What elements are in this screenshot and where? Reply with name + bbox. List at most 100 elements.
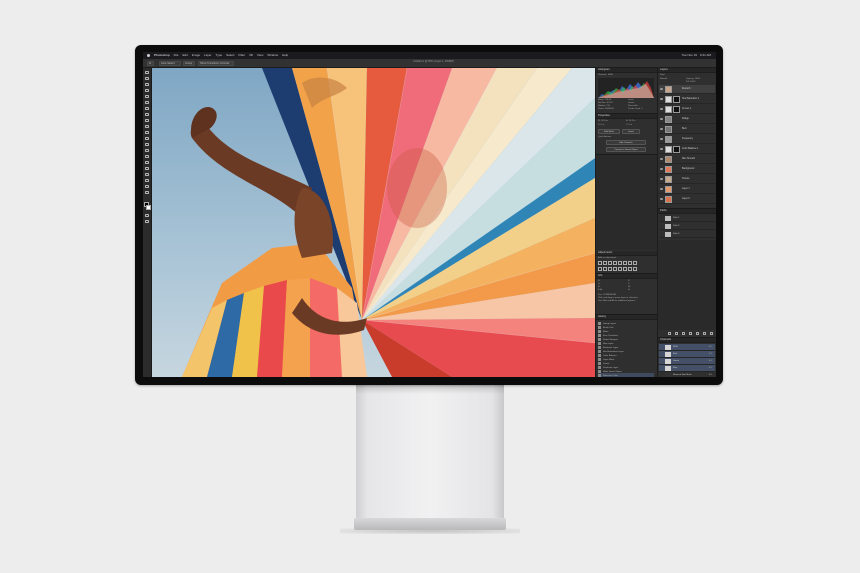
properties-height[interactable]: H: 16.2 in — [626, 120, 635, 123]
menu-item-view[interactable]: View — [257, 54, 263, 57]
menu-item-app[interactable]: Photoshop — [154, 54, 170, 57]
quick-mask-icon[interactable] — [145, 214, 150, 218]
menu-item-select[interactable]: Select — [226, 54, 234, 57]
path-row[interactable]: Path 1 — [659, 215, 715, 222]
eyedropper-tool-icon[interactable] — [145, 101, 150, 105]
move-tool-icon[interactable]: ✥ — [147, 61, 154, 66]
menu-item-file[interactable]: File — [174, 54, 179, 57]
new-layer-icon[interactable] — [703, 332, 706, 335]
trash-icon[interactable] — [710, 332, 713, 335]
shape-tool-icon[interactable] — [145, 173, 150, 177]
histogram-panel-header[interactable]: Histogram — [596, 68, 657, 73]
history-brush-tool-icon[interactable] — [145, 125, 150, 129]
menu-item-type[interactable]: Type — [216, 54, 223, 57]
move-tool-icon[interactable] — [145, 71, 150, 75]
history-item-selected[interactable]: Selective Color — [598, 373, 654, 377]
clone-stamp-tool-icon[interactable] — [145, 119, 150, 123]
show-transform-checkbox[interactable]: Show Transform Controls — [198, 61, 234, 66]
visibility-eye-icon[interactable] — [660, 168, 663, 170]
healing-brush-tool-icon[interactable] — [145, 107, 150, 111]
background-color-swatch[interactable] — [146, 205, 151, 210]
layers-panel-header[interactable]: Layers — [658, 68, 716, 73]
layer-row[interactable]: Burn — [659, 125, 715, 134]
edit-mask-button[interactable]: Edit Mask — [598, 129, 620, 134]
quick-select-tool-icon[interactable] — [145, 89, 150, 93]
screen-mode-icon[interactable] — [145, 220, 150, 224]
black-white-icon[interactable] — [633, 261, 637, 265]
info-panel-header[interactable]: Info — [596, 274, 657, 279]
edit-contents-button[interactable]: Edit Contents — [606, 140, 646, 145]
apple-icon[interactable] — [147, 54, 150, 57]
levels-icon[interactable] — [603, 261, 607, 265]
brightness-icon[interactable] — [598, 261, 602, 265]
visibility-eye-icon[interactable] — [660, 148, 663, 150]
more-tools-icon[interactable] — [145, 191, 150, 195]
adjustment-layer-icon[interactable] — [689, 332, 692, 335]
layer-row[interactable]: Background — [659, 165, 715, 174]
layer-group-dropdown[interactable]: Group — [183, 61, 195, 66]
layers-fill[interactable]: Fill: 100% — [686, 81, 696, 84]
visibility-eye-icon[interactable] — [660, 88, 663, 90]
properties-panel-header[interactable]: Properties — [596, 114, 657, 119]
fx-icon[interactable] — [675, 332, 678, 335]
dodge-tool-icon[interactable] — [145, 149, 150, 153]
layer-row[interactable]: Retouch — [659, 85, 715, 94]
layer-row[interactable]: Layer 1 — [659, 185, 715, 194]
link-icon[interactable] — [668, 332, 671, 335]
visibility-eye-icon[interactable] — [660, 188, 663, 190]
curves-icon[interactable] — [608, 261, 612, 265]
gradient-tool-icon[interactable] — [145, 137, 150, 141]
visibility-eye-icon[interactable] — [660, 118, 663, 120]
layer-row[interactable]: Layer 0 — [659, 195, 715, 204]
path-select-tool-icon[interactable] — [145, 167, 150, 171]
layer-row[interactable]: Frequency — [659, 135, 715, 144]
type-tool-icon[interactable] — [145, 161, 150, 165]
adjustments-panel-header[interactable]: Adjustments — [596, 251, 657, 256]
channel-row[interactable]: Retouch Hair Mask ⌘6 — [659, 372, 715, 377]
threshold-icon[interactable] — [623, 266, 627, 271]
mask-icon[interactable] — [682, 332, 685, 335]
visibility-eye-icon[interactable] — [660, 128, 663, 130]
visibility-eye-icon[interactable] — [660, 98, 663, 100]
history-panel-header[interactable]: History — [596, 315, 657, 320]
menu-item-image[interactable]: Image — [192, 54, 200, 57]
invert-button[interactable]: Invert — [622, 129, 640, 134]
properties-width[interactable]: W: 24.3 in — [598, 120, 608, 123]
crop-tool-icon[interactable] — [145, 95, 150, 99]
lasso-tool-icon[interactable] — [145, 83, 150, 87]
gradient-map-icon[interactable] — [628, 266, 632, 271]
invert-icon[interactable] — [613, 266, 617, 271]
visibility-eye-icon[interactable] — [660, 138, 663, 140]
layer-row[interactable]: Curves 1 — [659, 105, 715, 114]
layer-row[interactable]: Hue/Saturation 1 — [659, 95, 715, 104]
menu-item-filter[interactable]: Filter — [238, 54, 245, 57]
path-row[interactable]: Path 2 — [659, 223, 715, 230]
auto-select-checkbox[interactable]: Auto-Select: — [159, 61, 181, 66]
posterize-icon[interactable] — [618, 266, 622, 271]
folder-icon[interactable] — [696, 332, 699, 335]
properties-x[interactable]: X: 0 in — [598, 124, 604, 127]
channel-row[interactable]: RGB ⌘2 — [659, 344, 715, 351]
photo-filter-icon[interactable] — [598, 266, 602, 271]
menu-item-window[interactable]: Window — [267, 54, 278, 57]
layer-row[interactable]: Skin Smooth — [659, 155, 715, 164]
channel-row[interactable]: Red ⌘3 — [659, 351, 715, 358]
menu-item-3d[interactable]: 3D — [249, 54, 253, 57]
layers-kind-filter[interactable]: Kind — [660, 74, 664, 77]
menu-item-help[interactable]: Help — [282, 54, 288, 57]
vibrance-icon[interactable] — [618, 261, 622, 265]
blur-tool-icon[interactable] — [145, 143, 150, 147]
path-row[interactable]: Path 3 — [659, 231, 715, 238]
visibility-eye-icon[interactable] — [660, 108, 663, 110]
pen-tool-icon[interactable] — [145, 155, 150, 159]
document-canvas[interactable] — [152, 68, 595, 377]
color-balance-icon[interactable] — [628, 261, 632, 265]
convert-smart-object-button[interactable]: Convert to Smart Object — [606, 147, 646, 152]
brush-tool-icon[interactable] — [145, 113, 150, 117]
hand-tool-icon[interactable] — [145, 179, 150, 183]
menu-item-layer[interactable]: Layer — [204, 54, 212, 57]
channel-row[interactable]: Blue ⌘5 — [659, 365, 715, 372]
eraser-tool-icon[interactable] — [145, 131, 150, 135]
layers-blend-mode[interactable]: Normal — [660, 78, 667, 81]
channel-mixer-icon[interactable] — [603, 266, 607, 271]
